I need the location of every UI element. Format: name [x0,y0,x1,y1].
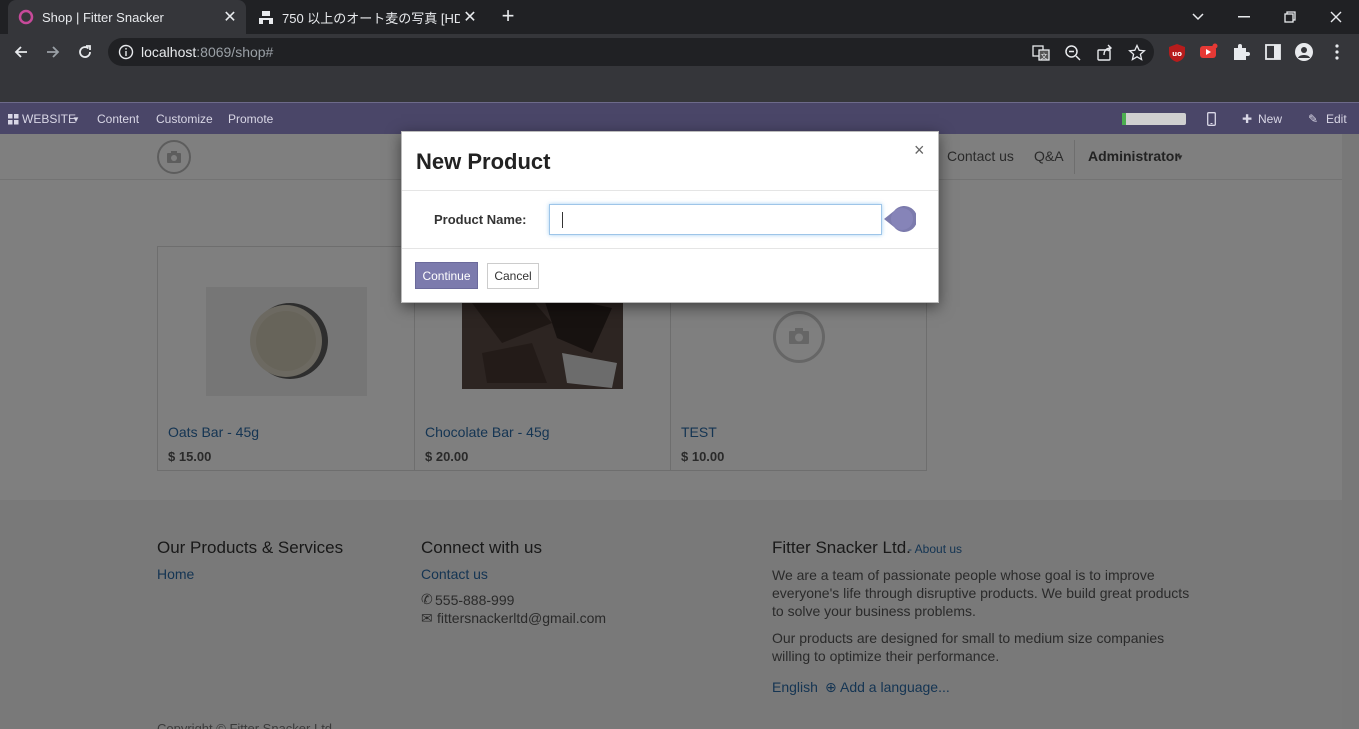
tooltip-bubble-icon [884,206,916,232]
cancel-button[interactable]: Cancel [487,263,539,289]
profile-icon[interactable] [1294,42,1314,62]
tab-close-icon[interactable]: ✕ [220,7,240,27]
new-button[interactable]: New [1258,112,1282,126]
apps-grid-icon[interactable] [8,114,19,125]
tab-unsplash[interactable]: 750 以上のオート麦の写真 [HD] | Ur ✕ [248,0,486,34]
nav-customize[interactable]: Customize [156,112,213,126]
dialog-divider [402,248,938,249]
caret-down-icon: ▼ [72,115,80,124]
share-icon[interactable] [1096,44,1114,62]
svg-text:文: 文 [1041,52,1048,61]
browser-toolbar: localhost:8069/shop# 文 uo [0,34,1359,70]
svg-text:uo: uo [1172,50,1182,58]
website-menu[interactable]: WEBSITE [22,112,76,126]
youtube-ext-icon[interactable] [1199,42,1219,62]
restore-icon[interactable] [1267,0,1313,34]
odoo-favicon-icon [18,9,34,25]
translate-icon[interactable]: 文 [1032,44,1050,62]
zoom-out-icon[interactable] [1064,44,1082,62]
dialog-title: New Product [416,149,551,174]
dialog-close-icon[interactable]: × [914,140,925,161]
reload-icon[interactable] [71,38,99,66]
browser-tabstrip: Shop | Fitter Snacker ✕ 750 以上のオート麦の写真 [… [0,0,1359,34]
bookmark-star-icon[interactable] [1128,44,1146,62]
nav-promote[interactable]: Promote [228,112,273,126]
tab-search-chevron-icon[interactable] [1175,0,1221,34]
edit-button[interactable]: Edit [1326,112,1347,126]
new-tab-icon[interactable]: + [497,5,519,27]
tab-title: Shop | Fitter Snacker [42,9,164,25]
product-name-label: Product Name: [434,212,527,227]
bookmark-bar [0,70,1359,102]
mobile-preview-icon[interactable] [1207,112,1216,126]
text-caret [562,212,563,228]
extensions-puzzle-icon[interactable] [1231,42,1251,62]
plus-icon: ✚ [1242,112,1253,126]
back-icon[interactable] [7,38,35,66]
browser-menu-icon[interactable] [1327,42,1347,62]
address-bar[interactable]: localhost:8069/shop# 文 [108,38,1154,66]
side-panel-icon[interactable] [1263,42,1283,62]
tab-close-icon[interactable]: ✕ [460,7,480,27]
dialog-divider [402,190,938,191]
close-window-icon[interactable] [1313,0,1359,34]
forward-icon[interactable] [39,38,67,66]
tab-title: 750 以上のオート麦の写真 [HD] | Ur [282,10,460,26]
odoo-website-navbar: WEBSITE ▼ Content Customize Promote ✚ Ne… [0,102,1359,134]
site-info-icon[interactable] [118,44,134,60]
minimize-icon[interactable] [1221,0,1267,34]
url-text: localhost:8069/shop# [141,44,274,60]
continue-button[interactable]: Continue [415,262,478,289]
ublock-icon[interactable]: uo [1167,43,1187,63]
tab-shop[interactable]: Shop | Fitter Snacker ✕ [8,0,246,34]
publish-toggle[interactable] [1122,113,1186,125]
product-name-input[interactable] [549,204,882,235]
nav-content[interactable]: Content [97,112,139,126]
unsplash-favicon-icon [259,11,273,24]
pencil-icon: ✎ [1308,112,1319,126]
new-product-dialog: New Product × Product Name: Continue Can… [401,131,939,303]
